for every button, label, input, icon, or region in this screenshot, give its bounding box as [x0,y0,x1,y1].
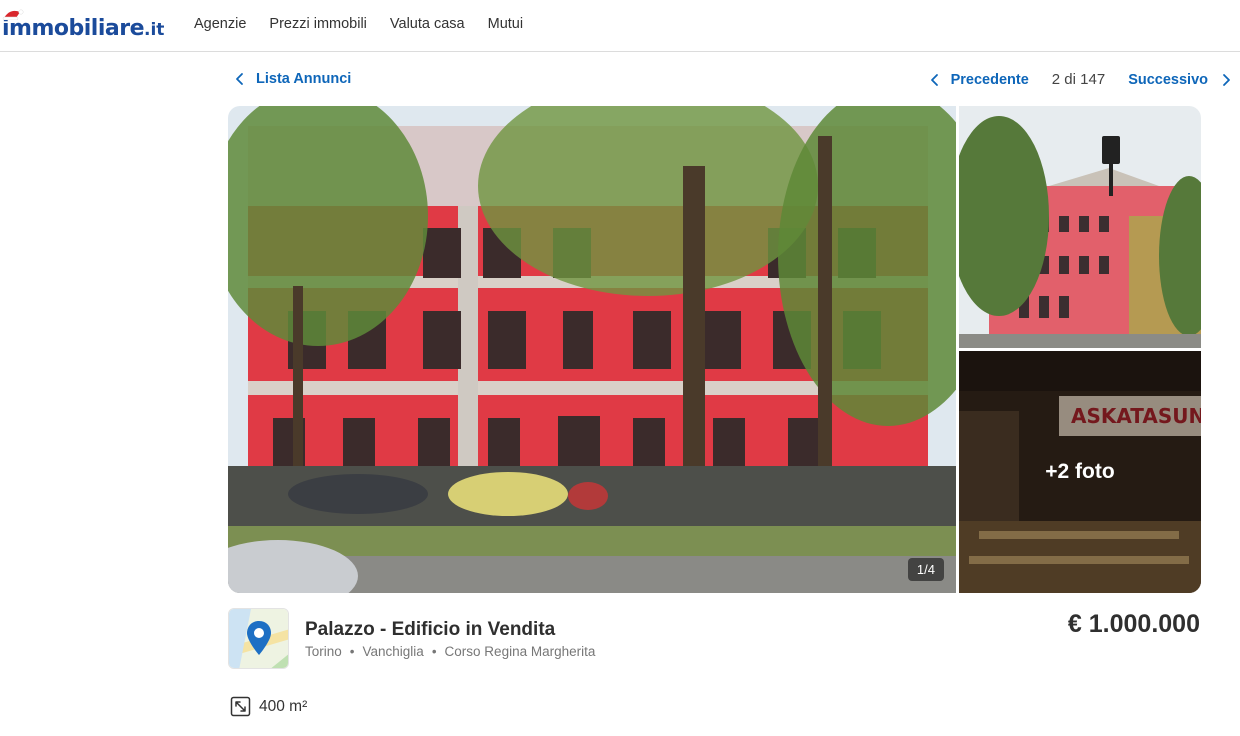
listing-location: Torino • Vanchiglia • Corso Regina Margh… [305,644,595,659]
map-thumbnail[interactable] [228,608,289,669]
back-to-list-label: Lista Annunci [256,71,352,87]
side-photo-2[interactable] [959,106,1201,348]
map-pin-icon [229,609,288,668]
listing-area: 400 m² [230,696,307,717]
chevron-right-icon [1223,73,1230,86]
location-district: Vanchiglia [362,644,424,659]
next-listing-link[interactable]: Successivo [1128,72,1234,88]
location-separator: • [349,644,355,659]
expand-arrows-icon [230,696,251,717]
location-city: Torino [305,644,342,659]
chevron-left-icon [236,73,243,85]
previous-listing-link[interactable]: Precedente [927,72,1029,88]
location-street: Corso Regina Margherita [444,644,596,659]
logo-tld: .it [144,20,165,40]
more-photos-label[interactable]: +2 foto [959,351,1201,593]
previous-listing-label: Precedente [950,71,1029,88]
nav-agenzie[interactable]: Agenzie [194,16,246,32]
nav-mutui[interactable]: Mutui [488,16,523,32]
listing-position: 2 di 147 [1051,71,1106,88]
nav-valuta-casa[interactable]: Valuta casa [390,16,465,32]
back-to-list-link[interactable]: Lista Annunci [232,71,351,87]
nav-prezzi-immobili[interactable]: Prezzi immobili [269,16,367,32]
next-listing-label: Successivo [1128,71,1208,88]
location-separator: • [431,644,437,659]
site-logo[interactable]: immobiliare .it [2,9,165,44]
chevron-left-icon [930,73,938,86]
building-corner-photo [959,106,1201,348]
top-header: immobiliare .it Agenzie Prezzi immobili … [0,0,1240,52]
listing-title: Palazzo - Edificio in Vendita [305,619,556,640]
santa-hat-icon [2,9,24,20]
main-photo[interactable]: 1/4 [228,106,956,593]
listing-pager: Precedente 2 di 147 Successivo [927,71,1234,88]
side-photo-3[interactable]: ASKATASUNA +2 foto [959,351,1201,593]
main-nav: Agenzie Prezzi immobili Valuta casa Mutu… [194,16,546,32]
building-photo [228,106,956,593]
photo-counter: 1/4 [907,558,944,581]
photo-gallery: 1/4 ASKATASUNA [228,106,1201,593]
listing-price: € 1.000.000 [1067,610,1200,638]
area-value: 400 m² [259,697,308,715]
